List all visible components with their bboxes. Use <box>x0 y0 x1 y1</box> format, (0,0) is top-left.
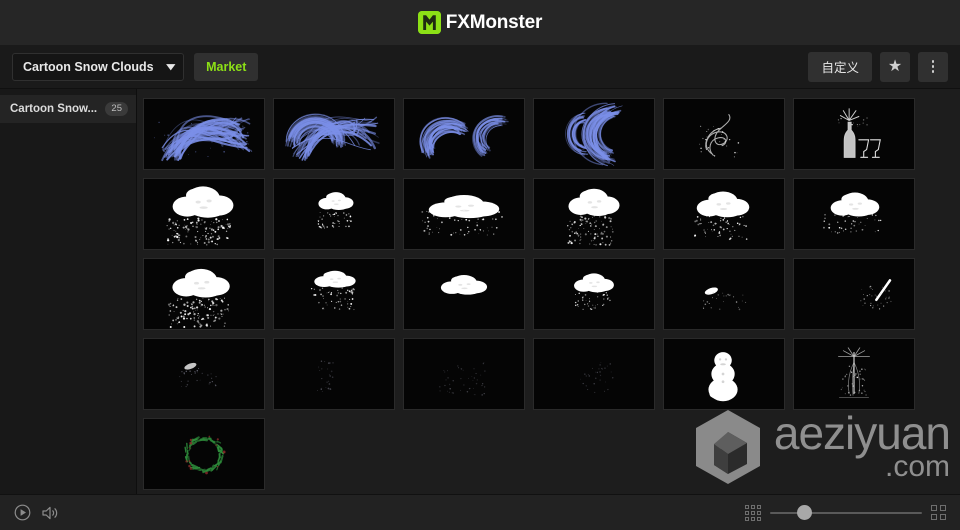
thumbnail-preview <box>285 113 380 161</box>
thumbnail-cell[interactable] <box>793 258 915 330</box>
market-button[interactable]: Market <box>194 52 259 81</box>
thumbnail-preview <box>179 362 217 388</box>
thumbnail-preview <box>860 279 892 310</box>
thumbnail-cell[interactable] <box>663 258 785 330</box>
thumbnail-cell[interactable] <box>273 178 395 250</box>
chevron-down-icon: ▾ <box>166 61 175 73</box>
sidebar: Cartoon Snow... 25 <box>0 89 137 494</box>
brand-monster: Monster <box>469 12 543 33</box>
thumbnail-cell[interactable] <box>793 178 915 250</box>
thumbnail-cell[interactable] <box>143 338 265 410</box>
thumbnail-cell[interactable] <box>143 98 265 170</box>
thumbnail-preview <box>167 268 230 328</box>
thumbnail-cell[interactable] <box>663 338 785 410</box>
thumbnail-preview <box>703 287 747 311</box>
thumbnail-cell[interactable] <box>273 338 395 410</box>
thumbnail-cell[interactable] <box>793 338 915 410</box>
brand-fx: FX <box>445 12 470 33</box>
thumbnail-preview <box>565 102 623 167</box>
thumbnail-cell[interactable] <box>533 178 655 250</box>
thumbnail-cell[interactable] <box>143 178 265 250</box>
sidebar-item-badge: 25 <box>105 102 128 116</box>
preset-dropdown-label: Cartoon Snow Clouds <box>23 59 154 74</box>
thumbnail-cell[interactable] <box>663 98 785 170</box>
speaker-icon[interactable] <box>41 505 59 521</box>
thumbnail-preview <box>837 108 881 158</box>
more-vertical-icon <box>931 60 935 73</box>
thumbnail-cell[interactable] <box>403 338 525 410</box>
thumbnail-preview <box>579 362 614 393</box>
main-body: Cartoon Snow... 25 aeziyuan .com <box>0 89 960 494</box>
thumbnail-cell[interactable] <box>273 98 395 170</box>
thumbnail-preview <box>694 191 750 241</box>
thumbnail-preview <box>823 192 882 234</box>
thumbnail-cell[interactable] <box>143 418 265 490</box>
preset-dropdown[interactable]: Cartoon Snow Clouds ▾ <box>12 52 185 81</box>
sidebar-item-label: Cartoon Snow... <box>10 103 98 115</box>
thumbnail-preview <box>317 192 354 229</box>
thumbnail-preview <box>419 115 509 159</box>
thumbnail-grid <box>137 89 960 490</box>
thumbnail-cell[interactable] <box>533 98 655 170</box>
thumbnail-preview <box>153 115 253 162</box>
zoom-controls <box>745 504 946 521</box>
app-brand: FXMonster <box>417 11 543 34</box>
thumbnail-preview <box>421 194 503 236</box>
thumbnail-preview <box>699 114 740 158</box>
thumbnail-cell[interactable] <box>793 98 915 170</box>
thumbnail-preview <box>439 362 486 396</box>
thumbnail-cell[interactable] <box>663 178 785 250</box>
thumbnail-cell[interactable] <box>533 258 655 330</box>
thumbnail-preview <box>574 273 614 311</box>
title-bar: FXMonster <box>0 0 960 45</box>
thumbnail-preview <box>310 270 356 311</box>
thumbnail-preview <box>567 188 620 246</box>
thumbnail-cell[interactable] <box>403 98 525 170</box>
brand-title: FXMonster <box>445 12 543 33</box>
thumbnail-preview <box>184 435 226 475</box>
star-icon: ★ <box>887 57 903 75</box>
grid-small-icon[interactable] <box>745 504 761 521</box>
grid-large-icon[interactable] <box>931 505 946 520</box>
thumbnail-preview <box>838 347 870 398</box>
slider-track <box>770 511 922 514</box>
monster-m-logo-icon <box>417 11 441 34</box>
status-bar <box>0 494 960 530</box>
sidebar-item-cartoon-snow[interactable]: Cartoon Snow... 25 <box>0 95 136 123</box>
thumbnail-cell[interactable] <box>143 258 265 330</box>
customize-button-label: 自定义 <box>821 61 859 75</box>
thumbnail-cell[interactable] <box>273 258 395 330</box>
thumbnail-preview <box>440 275 488 295</box>
thumbnail-size-slider[interactable] <box>770 505 922 520</box>
thumbnail-cell[interactable] <box>403 178 525 250</box>
toolbar: Cartoon Snow Clouds ▾ Market 自定义 ★ <box>0 45 960 89</box>
thumbnail-grid-panel: aeziyuan .com <box>137 89 960 494</box>
more-options-button[interactable] <box>918 51 948 82</box>
thumbnail-preview <box>166 186 234 246</box>
thumbnail-preview <box>317 360 334 392</box>
customize-button[interactable]: 自定义 <box>808 51 872 82</box>
favorite-button[interactable]: ★ <box>880 51 910 82</box>
thumbnail-cell[interactable] <box>533 338 655 410</box>
play-circle-icon[interactable] <box>14 504 31 521</box>
app-window: FXMonster Cartoon Snow Clouds ▾ Market 自… <box>0 0 960 530</box>
thumbnail-cell[interactable] <box>403 258 525 330</box>
thumbnail-preview <box>708 352 738 402</box>
playback-controls <box>14 504 59 521</box>
market-button-label: Market <box>206 59 247 74</box>
slider-handle[interactable] <box>797 505 812 520</box>
